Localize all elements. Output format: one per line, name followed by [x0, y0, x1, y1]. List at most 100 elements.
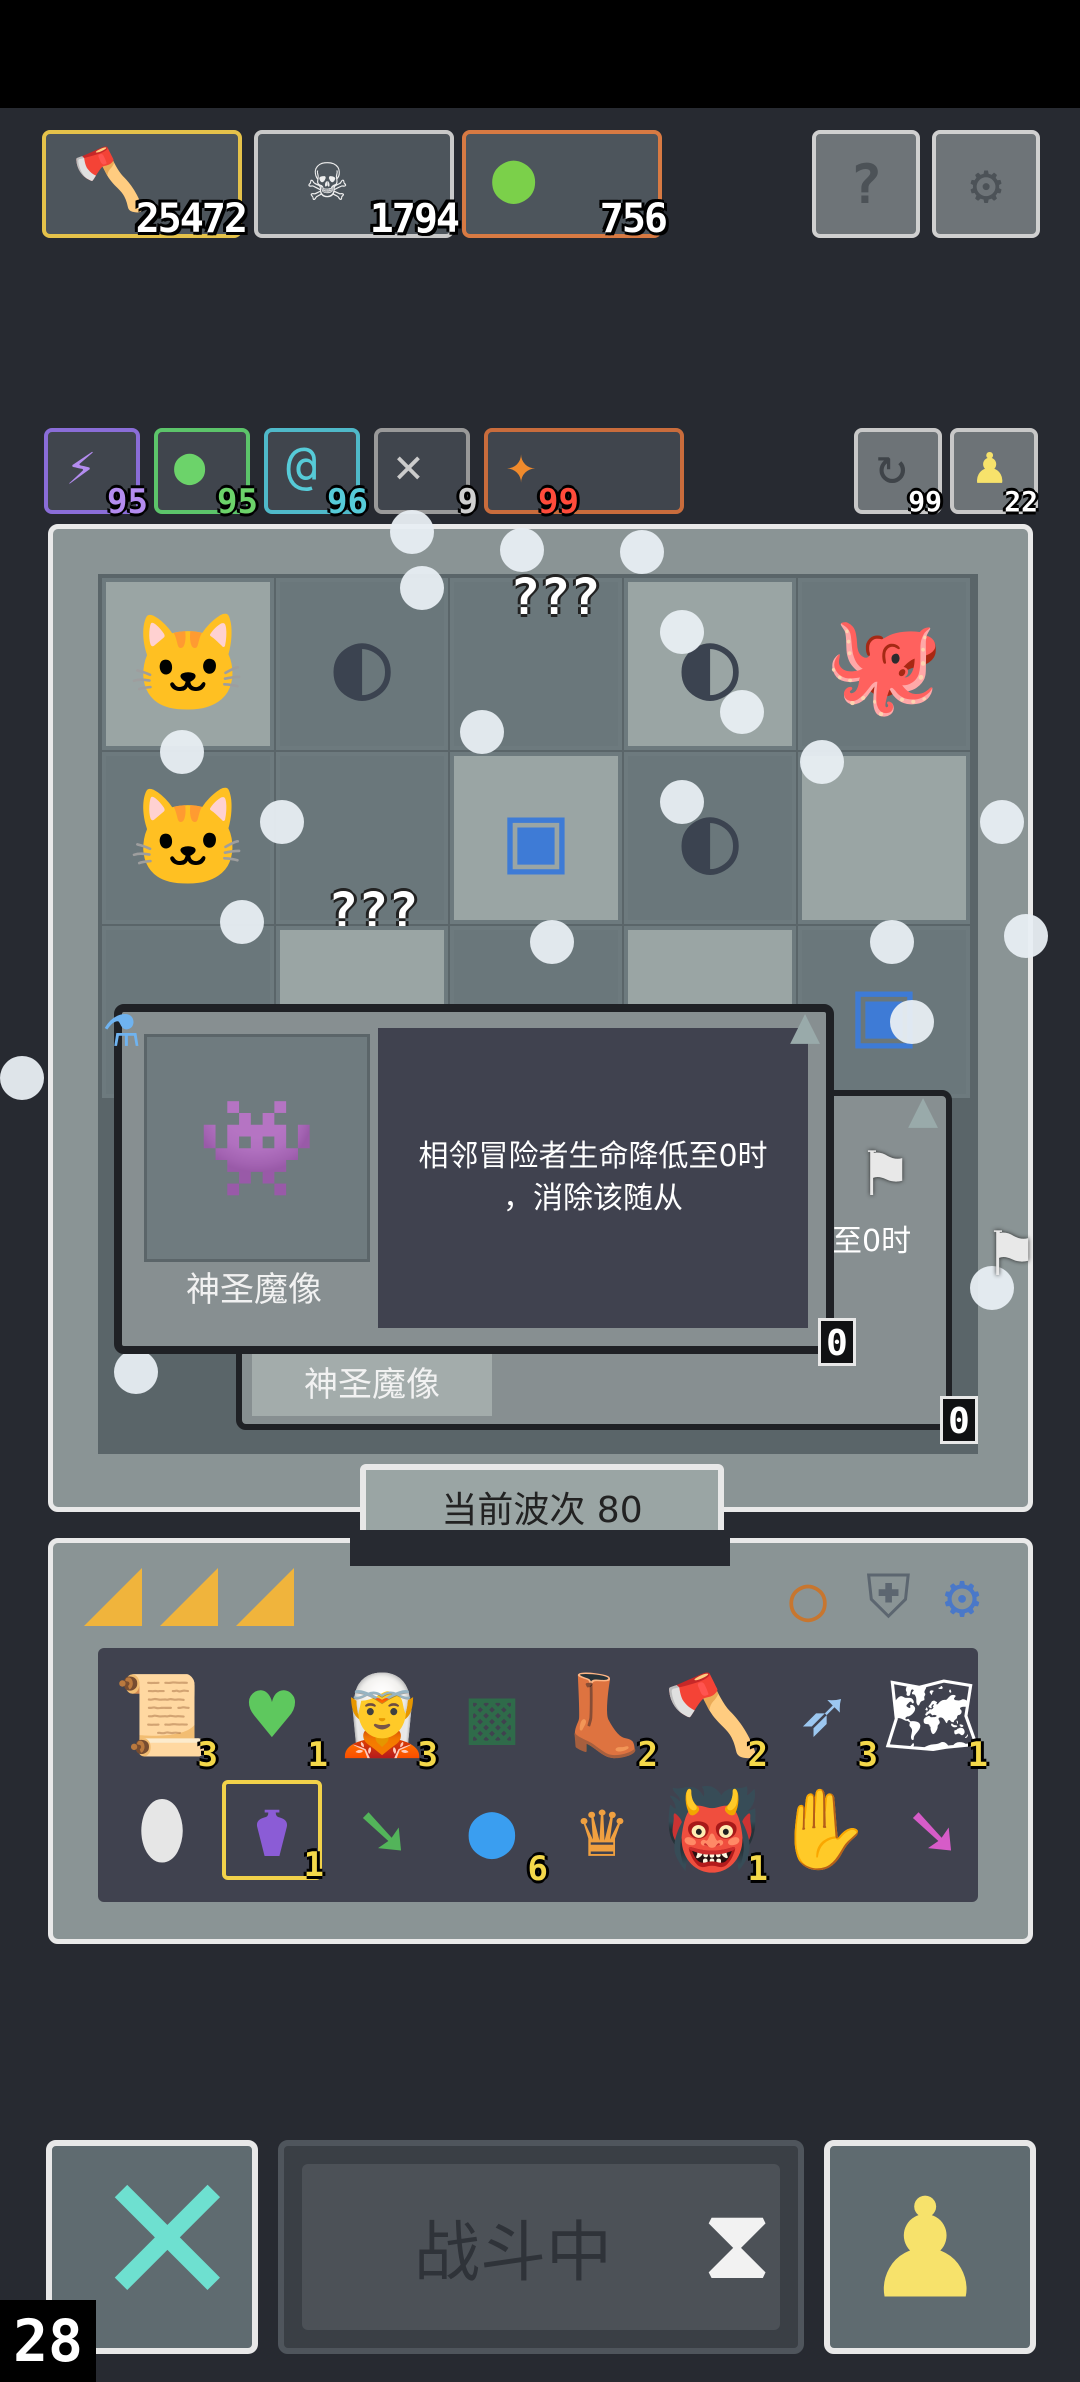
- popup-counter: 0: [818, 1318, 856, 1366]
- pawn-action-button[interactable]: ♟: [824, 2140, 1036, 2354]
- close-x-icon: ✕: [92, 2137, 243, 2346]
- slime-icon: ●: [492, 134, 536, 218]
- inventory-item[interactable]: 📜 3: [112, 1666, 218, 1772]
- board-cell[interactable]: ▣: [450, 752, 622, 924]
- triangle-token-icon[interactable]: [84, 1568, 142, 1626]
- board-cell[interactable]: 🐱: [102, 752, 274, 924]
- snow-particle: [220, 900, 264, 944]
- spiral-icon: @: [286, 436, 318, 496]
- inventory-item[interactable]: ➘: [332, 1780, 432, 1880]
- triangle-token-icon[interactable]: [160, 1568, 218, 1626]
- inventory-item[interactable]: ➘: [882, 1780, 982, 1880]
- inventory-item[interactable]: ▩: [442, 1666, 542, 1766]
- octopus-monster-icon: 🐙: [824, 608, 944, 720]
- board-cell[interactable]: ???: [276, 752, 448, 940]
- popup-unit-name: 神圣魔像: [252, 1354, 492, 1416]
- resource-skull[interactable]: ☠ 1794: [254, 130, 460, 242]
- snow-particle: [390, 510, 434, 554]
- snow-particle: [660, 610, 704, 654]
- demon-mask-icon: 👹: [663, 1785, 761, 1875]
- board-cell[interactable]: ◐: [624, 578, 796, 750]
- hooded-figure-icon: 🧝: [333, 1671, 431, 1761]
- battle-status-button[interactable]: 战斗中 ⧗: [278, 2140, 804, 2354]
- inventory-item[interactable]: 🧝 3: [332, 1666, 438, 1772]
- resource-slime[interactable]: ● 756: [462, 130, 668, 242]
- blue-orb-icon: ●: [468, 1785, 516, 1875]
- resource-value: 756: [599, 196, 668, 242]
- inventory-item[interactable]: ♥ 1: [222, 1666, 328, 1772]
- inventory-item[interactable]: ⚱ 1: [222, 1780, 324, 1882]
- pawn-button[interactable]: ♟ 22: [950, 428, 1038, 518]
- refresh-button[interactable]: ↻ 99: [854, 428, 942, 518]
- holy-golem-icon: 👾: [197, 1092, 317, 1204]
- crossbow-icon: ➶: [798, 1671, 846, 1761]
- popup-counter: 0: [940, 1396, 978, 1444]
- cat-mage-icon: 🐱: [128, 608, 248, 720]
- inventory-item[interactable]: 🗺 1: [882, 1666, 988, 1772]
- snow-particle: [0, 1056, 44, 1100]
- inventory-item[interactable]: ✋: [772, 1780, 872, 1880]
- flag-icon: ⚑: [864, 1130, 907, 1212]
- green-heart-icon: ♥: [248, 1671, 296, 1761]
- inventory-item[interactable]: 👢 2: [552, 1666, 658, 1772]
- snow-particle: [500, 528, 544, 572]
- board-cell[interactable]: 🐙: [798, 578, 970, 750]
- popup-description: 相邻冒险者生命降低至0时 ，消除该随从: [378, 1028, 808, 1328]
- inventory-item[interactable]: ● 6: [442, 1780, 548, 1886]
- skull-icon: ☠: [308, 142, 347, 216]
- arrowhead-icon: ▲: [790, 996, 821, 1054]
- eye-hand-icon: ✋: [773, 1785, 871, 1875]
- triangle-token-icon[interactable]: [236, 1568, 294, 1626]
- snow-particle: [890, 1000, 934, 1044]
- question-icon: ?: [849, 152, 883, 216]
- gear-icon: ⚙: [969, 152, 1003, 216]
- stat-fire[interactable]: ✦ 99: [484, 428, 684, 522]
- snow-particle: [980, 800, 1024, 844]
- inventory-item[interactable]: 👹 1: [662, 1780, 768, 1886]
- pink-arrow-icon: ➘: [908, 1785, 956, 1875]
- battle-label: 战斗中: [414, 2214, 612, 2291]
- red-axe-icon: 🪓: [663, 1671, 761, 1761]
- stat-slime[interactable]: ● 95: [154, 428, 258, 522]
- armor-icon[interactable]: ⛨: [866, 1562, 911, 1632]
- inventory-grid: 📜 3 ♥ 1 🧝 3 ▩ 👢 2 🪓 2 ➶ 3 🗺 1 ⬮ ⚱ 1 ➘ ● 6 ♛ 👹 1 ✋ …: [98, 1648, 988, 1902]
- inventory-item[interactable]: 🪓 2: [662, 1666, 768, 1772]
- refresh-icon: ↻: [876, 436, 908, 496]
- battle-inner: 战斗中 ⧗: [302, 2164, 780, 2330]
- inventory-item[interactable]: ⬮: [112, 1780, 212, 1880]
- bird-icon: ✕: [394, 438, 423, 494]
- status-bar: [0, 0, 1080, 108]
- snow-particle: [260, 800, 304, 844]
- stat-lightning[interactable]: ⚡ 95: [44, 428, 148, 522]
- snow-particle: [530, 920, 574, 964]
- pawn-icon: ♟: [874, 2140, 977, 2338]
- resource-axe[interactable]: 🪓 25472: [42, 130, 248, 242]
- pawn-icon: ♟: [974, 436, 1006, 496]
- snow-particle: [620, 530, 664, 574]
- snow-particle: [870, 920, 914, 964]
- blue-lantern-icon: ▣: [507, 782, 565, 894]
- hourglass-icon: ⧗: [702, 2185, 773, 2302]
- inventory-item[interactable]: ➶ 3: [772, 1666, 878, 1772]
- inventory-item[interactable]: ♛: [552, 1780, 652, 1880]
- stat-spiral[interactable]: @ 96: [264, 428, 368, 522]
- snow-particle: [460, 710, 504, 754]
- snow-particle: [160, 730, 204, 774]
- unknown-label: ???: [510, 568, 601, 626]
- gear-ring-icon[interactable]: ⚙: [944, 1562, 980, 1632]
- board-cell[interactable]: ◐: [624, 752, 796, 924]
- resource-value: 25472: [135, 196, 248, 242]
- arrowhead-icon: ▲: [908, 1080, 939, 1138]
- crown-icon: ♛: [578, 1785, 626, 1875]
- popup-partial-text: 至0时: [832, 1224, 912, 1259]
- stat-bird[interactable]: ✕ 9: [374, 428, 478, 522]
- settings-button[interactable]: ⚙: [932, 130, 1040, 238]
- ring-icon[interactable]: ◯: [790, 1564, 826, 1634]
- snow-particle: [660, 780, 704, 824]
- flag-icon: ⚑: [990, 1210, 1033, 1292]
- help-button[interactable]: ?: [812, 130, 920, 238]
- board-cell[interactable]: 🐱: [102, 578, 274, 750]
- scroll-icon: 📜: [113, 1671, 211, 1761]
- resource-value: 1794: [369, 196, 460, 242]
- unit-popup: 👾 神圣魔像 相邻冒险者生命降低至0时 ，消除该随从 0: [114, 1004, 856, 1366]
